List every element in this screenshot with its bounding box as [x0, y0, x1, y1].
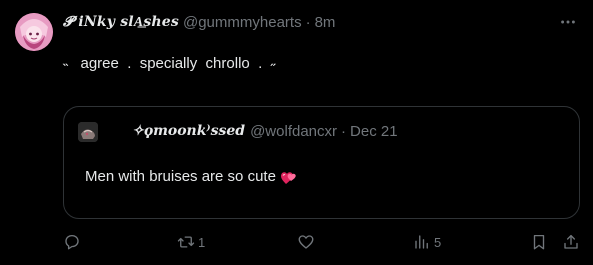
quoted-header: ✧ϙmoonk⁾ssed @wolfdancxr · Dec 21	[132, 122, 398, 140]
views-count: 5	[434, 234, 442, 250]
retweet-count: 1	[198, 234, 206, 250]
views-icon	[415, 235, 428, 249]
quoted-author-name: ✧ϙmoonk⁾ssed	[132, 123, 246, 139]
share-button[interactable]	[562, 230, 580, 254]
tweet-header: 𝓟 iNky slA͟shes @gummmyhearts · 8m	[63, 13, 335, 31]
like-icon	[298, 235, 314, 249]
quoted-text-row: Men with bruises are so cute	[85, 168, 298, 185]
avatar[interactable]	[15, 13, 53, 51]
reply-icon	[65, 234, 79, 250]
quoted-author-handle: @wolfdancxr	[250, 122, 338, 140]
author-name[interactable]: 𝓟 iNky slA͟shes	[63, 14, 179, 31]
more-icon[interactable]	[558, 12, 578, 32]
reply-button[interactable]	[63, 230, 84, 254]
action-bar: 1 5	[0, 230, 593, 254]
bookmark-button[interactable]	[530, 230, 548, 254]
quoted-text: Men with bruises are so cute	[85, 168, 276, 185]
views-button[interactable]: 5	[413, 230, 441, 254]
tweet-timestamp[interactable]: 8m	[315, 14, 336, 31]
separator-dot: ·	[305, 13, 311, 31]
quoted-timestamp: Dec 21	[350, 122, 398, 140]
quoted-separator-dot: ·	[341, 122, 347, 140]
bookmark-icon	[533, 234, 545, 250]
like-button[interactable]	[297, 230, 318, 254]
author-handle[interactable]: @gummmyhearts	[183, 14, 302, 31]
retweet-button[interactable]: 1	[177, 230, 205, 254]
retweet-icon	[177, 236, 195, 248]
quoted-tweet[interactable]: ✧ϙmoonk⁾ssed @wolfdancxr · Dec 21 Men wi…	[63, 106, 580, 219]
tweet-text: ˵ agree . specially chrollo . ˶	[63, 55, 276, 72]
tweet[interactable]: 𝓟 iNky slA͟shes @gummmyhearts · 8m ˵ agr…	[0, 0, 593, 265]
share-icon	[564, 234, 578, 249]
avatar-image	[15, 13, 53, 51]
quoted-avatar	[78, 122, 98, 142]
heart-emoji-icon	[280, 169, 298, 185]
